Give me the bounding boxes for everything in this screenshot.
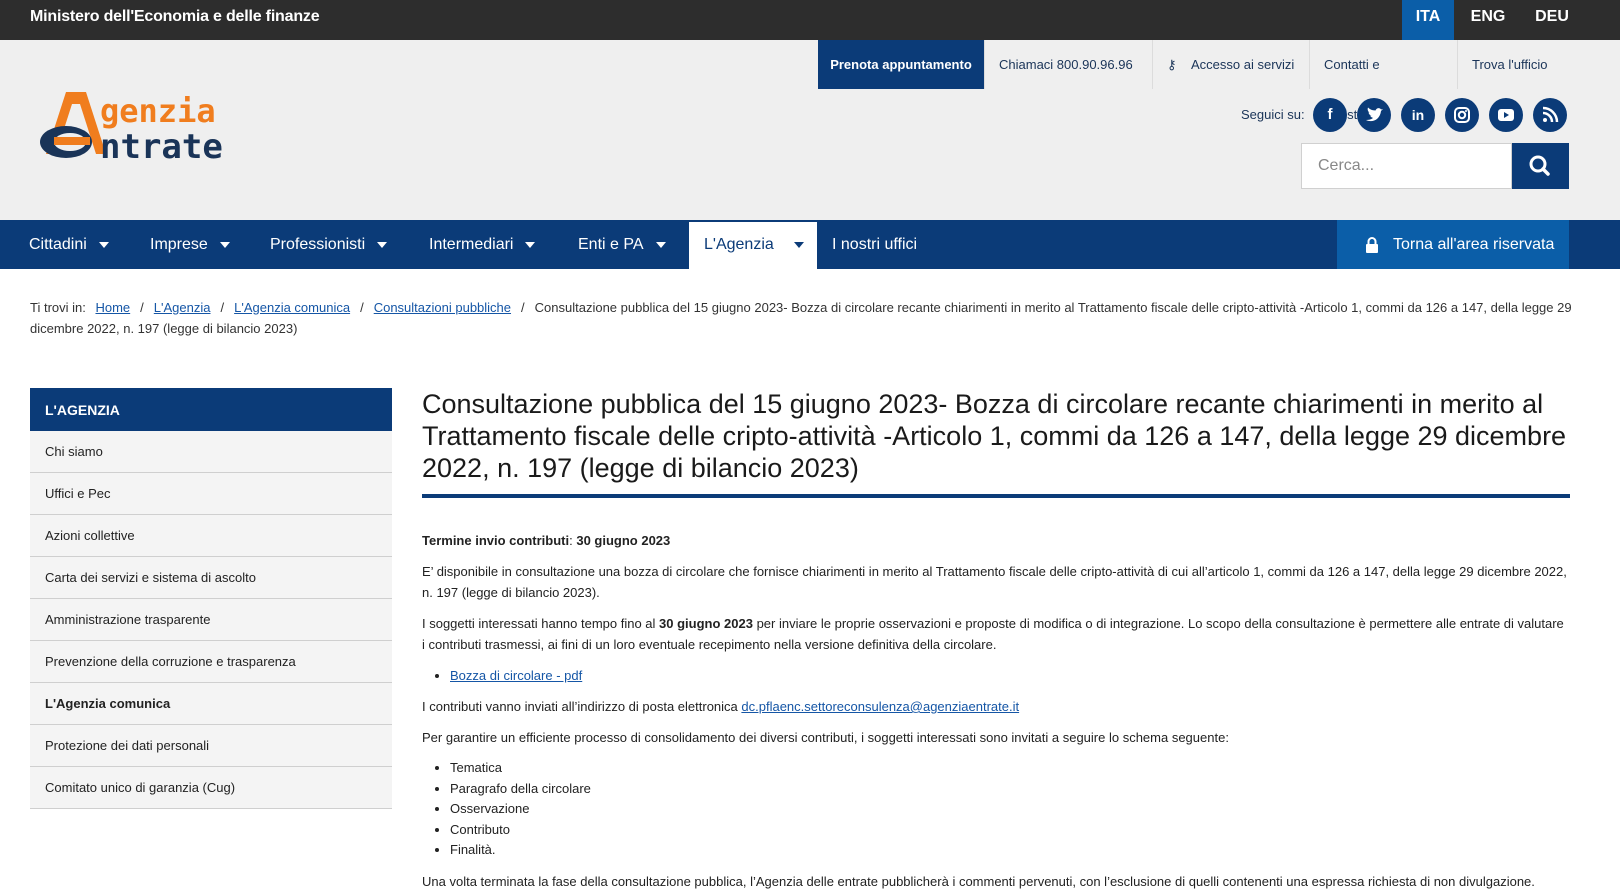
sidebar: L'AGENZIA Chi siamo Uffici e Pec Azioni … [30, 388, 392, 809]
nav-imprese-label: Imprese [150, 236, 208, 253]
nav-enti-pa[interactable]: Enti e PA [578, 220, 666, 269]
lang-ita[interactable]: ITA [1402, 0, 1454, 40]
search-input[interactable]: Cerca... [1301, 143, 1512, 189]
deadline-paragraph-date: 30 giugno 2023 [659, 616, 753, 631]
nav-enti-pa-label: Enti e PA [578, 236, 644, 253]
deadline-paragraph-start: I soggetti interessati hanno tempo fino … [422, 616, 660, 631]
breadcrumb-consultazioni[interactable]: Consultazioni pubbliche [374, 300, 511, 315]
sidebar-item-prevenzione-corruzione[interactable]: Prevenzione della corruzione e trasparen… [30, 641, 392, 683]
nav-intermediari-label: Intermediari [429, 236, 514, 253]
youtube-icon[interactable] [1489, 98, 1523, 132]
agenzia-entrate-logo[interactable]: genzia ntrate [28, 84, 288, 180]
key-icon: ⚷ [1167, 57, 1177, 72]
main-nav: Cittadini Imprese Professionisti Interme… [0, 220, 1620, 269]
deadline-value: 30 giugno 2023 [576, 533, 671, 548]
chiamaci-link[interactable]: Chiamaci 800.90.96.96 [984, 40, 1152, 89]
sidebar-item-azioni-collettive[interactable]: Azioni collettive [30, 515, 392, 557]
bozza-circolare-link[interactable]: Bozza di circolare - pdf [450, 668, 582, 683]
twitter-icon[interactable] [1357, 98, 1391, 132]
nav-agenzia-label: L'Agenzia [704, 236, 774, 253]
contatti-assistenza-link[interactable]: Contatti e assistenza [1309, 40, 1457, 122]
header: genzia ntrate Prenota appuntamento Chiam… [0, 40, 1620, 220]
lang-eng[interactable]: ENG [1462, 0, 1514, 40]
list-item: Bozza di circolare - pdf [450, 665, 1570, 686]
caret-down-icon [525, 241, 536, 248]
area-riservata-label: Torna all'area riservata [1393, 236, 1555, 253]
list-item: Tematica [450, 758, 1570, 779]
email-link[interactable]: dc.pflaenc.settoreconsulenza@agenziaentr… [741, 699, 1019, 714]
sidebar-item-cug[interactable]: Comitato unico di garanzia (Cug) [30, 767, 392, 809]
breadcrumb-separator: / [360, 300, 364, 315]
accesso-servizi-label: Accesso ai servizi [1191, 57, 1295, 72]
page-title: Consultazione pubblica del 15 giugno 202… [422, 388, 1570, 498]
scheme-list: Tematica Paragrafo della circolare Osser… [450, 758, 1570, 861]
accesso-servizi-link[interactable]: ⚷ Accesso ai servizi [1152, 40, 1309, 89]
closing-paragraph: Una volta terminata la fase della consul… [422, 873, 1535, 889]
breadcrumb-separator: / [140, 300, 144, 315]
linkedin-icon[interactable]: in [1401, 98, 1435, 132]
lock-icon [1366, 237, 1378, 253]
nav-professionisti[interactable]: Professionisti [270, 220, 388, 269]
ministry-link[interactable]: Ministero dell'Economia e delle finanze [30, 8, 320, 26]
svg-text:ntrate: ntrate [100, 127, 223, 167]
document-list: Bozza di circolare - pdf [450, 665, 1570, 686]
sidebar-item-chi-siamo[interactable]: Chi siamo [30, 431, 392, 473]
breadcrumb-label: Ti trovi in: [30, 300, 86, 315]
prenota-appuntamento-button[interactable]: Prenota appuntamento [818, 40, 984, 89]
caret-down-icon [377, 241, 388, 248]
nav-agenzia[interactable]: L'Agenzia [689, 222, 817, 269]
deadline-paragraph: I soggetti interessati hanno tempo fino … [422, 613, 1570, 655]
instagram-icon[interactable] [1445, 98, 1479, 132]
area-riservata-button[interactable]: Torna all'area riservata [1337, 220, 1569, 269]
search-icon [1529, 155, 1550, 176]
nav-professionisti-label: Professionisti [270, 236, 366, 253]
facebook-icon[interactable]: f [1313, 98, 1347, 132]
breadcrumb-agenzia-comunica[interactable]: L'Agenzia comunica [234, 300, 350, 315]
email-paragraph-text: I contributi vanno inviati all’indirizzo… [422, 699, 742, 714]
breadcrumb-home[interactable]: Home [95, 300, 130, 315]
caret-down-icon [98, 241, 109, 248]
list-item: Finalità. [450, 840, 1570, 861]
breadcrumb-separator: / [220, 300, 225, 315]
social-label: Seguici su: [1241, 107, 1305, 122]
top-bar: Ministero dell'Economia e delle finanze … [0, 0, 1620, 40]
caret-down-icon [655, 241, 666, 248]
breadcrumb-separator: / [521, 300, 525, 315]
breadcrumb-agenzia[interactable]: L'Agenzia [154, 300, 211, 315]
caret-down-icon [219, 241, 230, 248]
sidebar-item-protezione-dati[interactable]: Protezione dei dati personali [30, 725, 392, 767]
sidebar-item-uffici-pec[interactable]: Uffici e Pec [30, 473, 392, 515]
nav-intermediari[interactable]: Intermediari [429, 220, 536, 269]
sidebar-item-carta-servizi[interactable]: Carta dei servizi e sistema di ascolto [30, 557, 392, 599]
list-item: Osservazione [450, 799, 1570, 820]
lang-deu[interactable]: DEU [1526, 0, 1578, 40]
nav-cittadini-label: Cittadini [29, 236, 87, 253]
intro-paragraph: E’ disponibile in consultazione una bozz… [422, 564, 1567, 600]
deadline: Termine invio contributi: 30 giugno 2023 [422, 533, 671, 548]
list-item: Paragrafo della circolare [450, 779, 1570, 800]
search-button[interactable] [1512, 143, 1569, 189]
sidebar-item-amministrazione-trasparente[interactable]: Amministrazione trasparente [30, 599, 392, 641]
breadcrumb: Ti trovi in: Home / L'Agenzia / L'Agenzia co… [30, 297, 1575, 339]
main-content: Consultazione pubblica del 15 giugno 202… [422, 388, 1570, 895]
caret-down-icon [793, 241, 804, 248]
rss-icon[interactable] [1533, 98, 1567, 132]
svg-text:genzia: genzia [100, 92, 216, 130]
trova-ufficio-link[interactable]: Trova l'ufficio [1457, 40, 1580, 89]
list-item: Contributo [450, 820, 1570, 841]
sidebar-title: L'AGENZIA [30, 388, 392, 431]
email-paragraph: I contributi vanno inviati all’indirizzo… [422, 696, 1570, 717]
deadline-label: Termine invio contributi [422, 533, 570, 548]
nav-cittadini[interactable]: Cittadini [29, 220, 109, 269]
nav-nostri-uffici[interactable]: I nostri uffici [832, 220, 917, 269]
scheme-intro: Per garantire un efficiente processo di … [422, 730, 1229, 745]
sidebar-item-agenzia-comunica[interactable]: L'Agenzia comunica [30, 683, 392, 725]
nav-imprese[interactable]: Imprese [150, 220, 230, 269]
